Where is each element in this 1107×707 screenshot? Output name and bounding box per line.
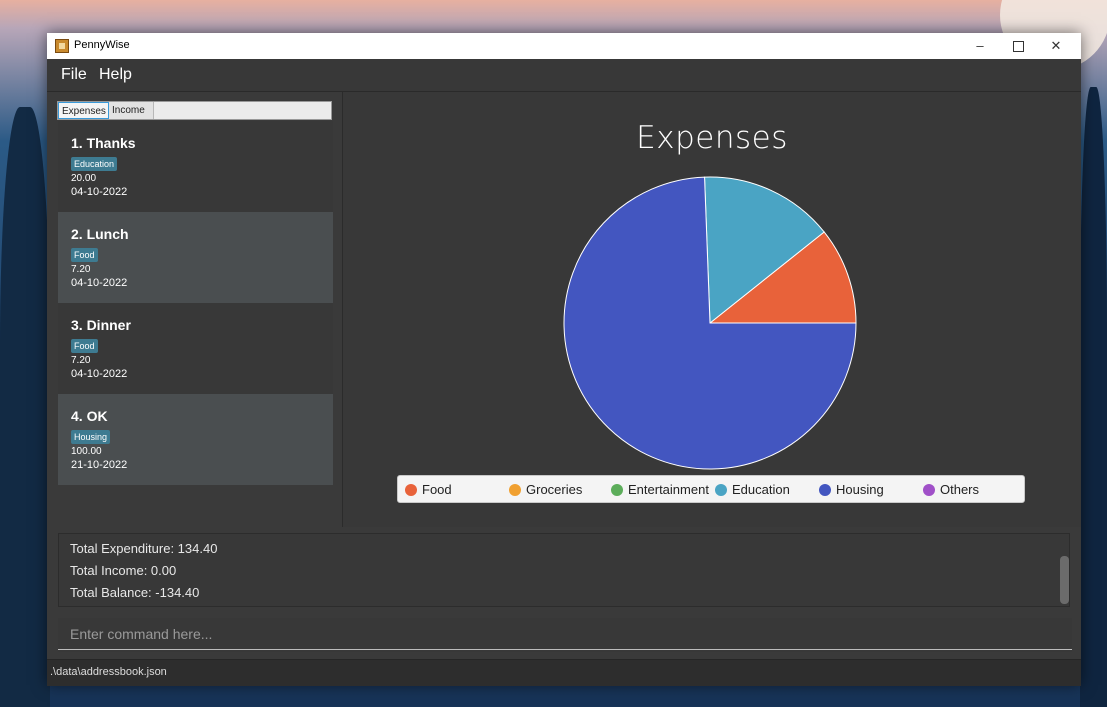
- legend-dot: [509, 484, 521, 496]
- entry-amount: 7.20: [71, 264, 91, 275]
- total-expenditure: Total Expenditure: 134.40: [70, 541, 218, 556]
- chart-panel: Expenses Food Groceries Entertainment Educa…: [343, 92, 1081, 527]
- menu-file[interactable]: File: [61, 66, 87, 84]
- wallpaper-tree: [0, 107, 50, 707]
- legend-label: Others: [940, 482, 980, 497]
- legend-dot: [923, 484, 935, 496]
- data-file-path: .\data\addressbook.json: [50, 666, 167, 678]
- entry-amount: 7.20: [71, 355, 91, 366]
- entry-title: 4. OK: [71, 408, 108, 424]
- total-income: Total Income: 0.00: [70, 563, 177, 578]
- legend-dot: [819, 484, 831, 496]
- list-item[interactable]: 1. Thanks Education 20.00 04-10-2022: [58, 121, 333, 212]
- pie-chart: [563, 176, 857, 470]
- legend-label: Housing: [836, 482, 884, 497]
- chart-legend: Food Groceries Entertainment Education Housi…: [397, 475, 1025, 503]
- command-input[interactable]: [58, 618, 1072, 650]
- app-logo-icon: [55, 39, 69, 53]
- summary-scrollbar[interactable]: [1060, 556, 1069, 604]
- maximize-icon: [1012, 41, 1024, 53]
- window-title: PennyWise: [74, 39, 130, 51]
- entry-list[interactable]: 1. Thanks Education 20.00 04-10-2022 2. …: [58, 121, 333, 485]
- command-box: [58, 618, 1072, 652]
- entry-amount: 100.00: [71, 446, 102, 457]
- app-window: PennyWise – ✕ File Help Expenses Income …: [47, 33, 1081, 686]
- legend-dot: [405, 484, 417, 496]
- legend-label: Groceries: [526, 482, 583, 497]
- entry-date: 04-10-2022: [71, 186, 128, 198]
- entry-title: 2. Lunch: [71, 226, 129, 242]
- title-bar[interactable]: PennyWise – ✕: [47, 33, 1081, 59]
- entry-tag: Food: [71, 339, 98, 353]
- menu-help[interactable]: Help: [99, 66, 132, 84]
- entry-list-panel: Expenses Income 1. Thanks Education 20.0…: [47, 92, 343, 527]
- tab-bar: Expenses Income: [57, 101, 332, 120]
- entry-date: 21-10-2022: [71, 459, 128, 471]
- maximize-button[interactable]: [999, 33, 1037, 59]
- menu-bar: File Help: [47, 59, 1081, 92]
- entry-tag: Housing: [71, 430, 111, 444]
- legend-dot: [715, 484, 727, 496]
- entry-tag: Education: [71, 157, 118, 171]
- entry-date: 04-10-2022: [71, 368, 128, 380]
- list-item[interactable]: 2. Lunch Food 7.20 04-10-2022: [58, 212, 333, 303]
- total-balance: Total Balance: -134.40: [70, 585, 200, 600]
- legend-label: Food: [422, 482, 452, 497]
- tab-income[interactable]: Income: [109, 102, 154, 119]
- entry-amount: 20.00: [71, 173, 97, 184]
- legend-label: Education: [732, 482, 790, 497]
- tab-expenses[interactable]: Expenses: [58, 102, 109, 119]
- wallpaper-tree: [1080, 87, 1107, 707]
- list-item[interactable]: 4. OK Housing 100.00 21-10-2022: [58, 394, 333, 485]
- summary-panel: Total Expenditure: 134.40 Total Income: …: [58, 533, 1070, 607]
- entry-title: 1. Thanks: [71, 135, 136, 151]
- minimize-button[interactable]: –: [961, 33, 999, 59]
- status-bar: .\data\addressbook.json: [47, 659, 1081, 686]
- entry-date: 04-10-2022: [71, 277, 128, 289]
- entry-title: 3. Dinner: [71, 317, 131, 333]
- close-button[interactable]: ✕: [1037, 33, 1075, 59]
- chart-title: Expenses: [636, 120, 788, 156]
- legend-label: Entertainment: [628, 482, 709, 497]
- list-item[interactable]: 3. Dinner Food 7.20 04-10-2022: [58, 303, 333, 394]
- legend-dot: [611, 484, 623, 496]
- entry-tag: Food: [71, 248, 98, 262]
